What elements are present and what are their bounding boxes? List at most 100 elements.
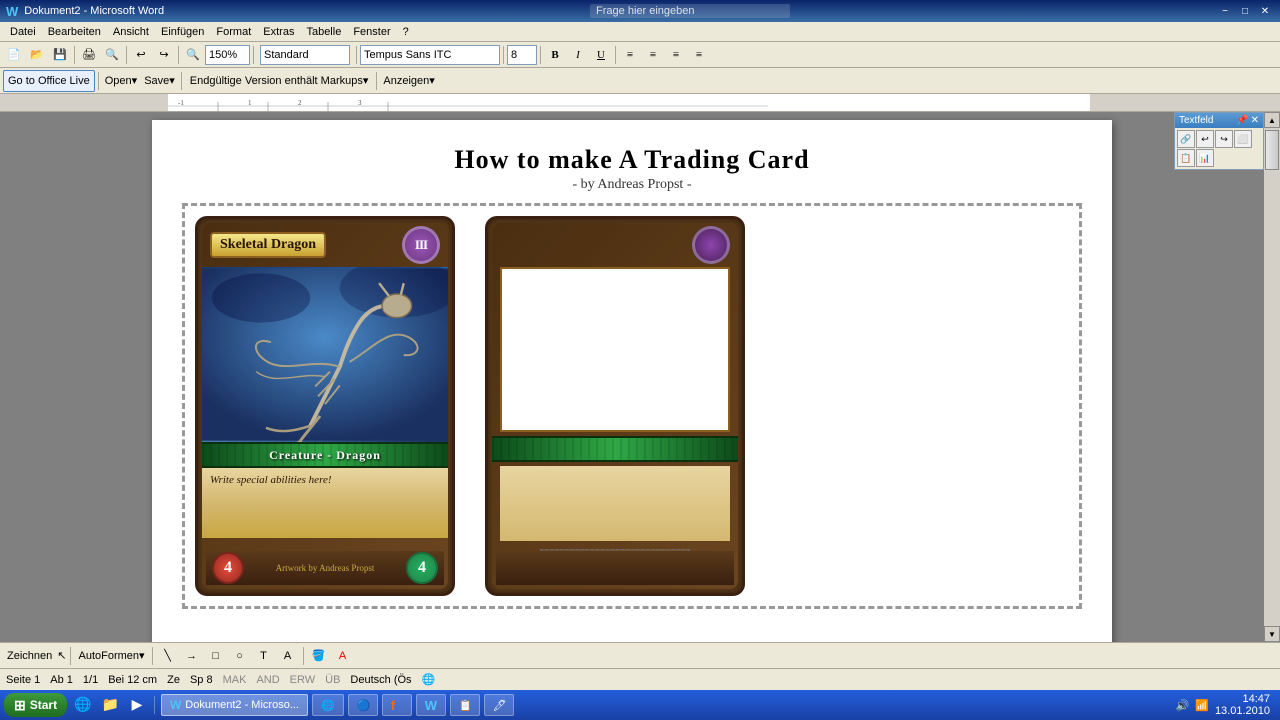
save-tb-button[interactable]: Save▾ — [141, 70, 178, 92]
cards-container: Skeletal Dragon III — [182, 203, 1082, 609]
menu-format[interactable]: Format — [210, 25, 257, 39]
scroll-up-arrow[interactable]: ▲ — [1264, 112, 1280, 128]
oval-tool[interactable]: ○ — [229, 645, 251, 667]
menu-fenster[interactable]: Fenster — [347, 25, 396, 39]
status-page: Seite 1 — [6, 674, 40, 686]
network-icon[interactable]: 📶 — [1195, 699, 1209, 712]
align-center-button[interactable]: ≡ — [642, 44, 664, 66]
tf-icon-3[interactable]: ↪ — [1215, 130, 1233, 148]
app6-icon: 📋 — [459, 699, 473, 712]
menu-ansicht[interactable]: Ansicht — [107, 25, 155, 39]
arrow-tool[interactable]: → — [181, 645, 203, 667]
window-title: Dokument2 - Microsoft Word — [24, 5, 164, 17]
print-preview-button[interactable]: 🔍 — [101, 44, 123, 66]
tf-icon-6[interactable]: 📊 — [1196, 149, 1214, 167]
taskbar-word-app[interactable]: W Dokument2 - Microso... — [161, 694, 308, 716]
taskbar-app6[interactable]: 📋 — [450, 694, 480, 716]
autoformen-label: AutoFormen — [78, 650, 139, 662]
card-right-bottom — [496, 551, 734, 585]
bold-button[interactable]: B — [544, 44, 566, 66]
line-tool[interactable]: ╲ — [157, 645, 179, 667]
align-left-button[interactable]: ≡ — [619, 44, 641, 66]
redo-button[interactable]: ↪ — [153, 44, 175, 66]
style-box[interactable] — [260, 45, 350, 65]
menu-bearbeiten[interactable]: Bearbeiten — [42, 25, 107, 39]
tf-icon-5[interactable]: 📋 — [1177, 149, 1195, 167]
font-box[interactable] — [360, 45, 500, 65]
card-right-header — [492, 223, 738, 267]
word-icon: W — [6, 4, 18, 19]
sep3 — [178, 46, 179, 64]
textfeld-pin-icon[interactable]: 📌 — [1236, 115, 1248, 126]
main-doc-area: Textfeld 📌 ✕ 🔗 ↩ ↪ ⬜ 📋 📊 How to make — [0, 112, 1280, 642]
menu-tabelle[interactable]: Tabelle — [300, 25, 347, 39]
undo-button[interactable]: ↩ — [130, 44, 152, 66]
taskbar: ⊞ Start 🌐 📁 ▶ W Dokument2 - Microso... 🌐… — [0, 690, 1280, 720]
align-justify-button[interactable]: ≡ — [688, 44, 710, 66]
menu-datei[interactable]: Datei — [4, 25, 42, 39]
help-search-text: Frage hier eingeben — [596, 5, 694, 17]
save-button-tb[interactable]: 💾 — [49, 44, 71, 66]
new-button[interactable]: 📄 — [3, 44, 25, 66]
explorer-quicklaunch[interactable]: 📁 — [99, 694, 122, 716]
close-button[interactable]: ✕ — [1256, 4, 1274, 18]
taskbar-app3[interactable]: 🔵 — [348, 694, 378, 716]
minimize-button[interactable]: − — [1216, 4, 1234, 18]
page-container: How to make A Trading Card - by Andreas … — [152, 120, 1112, 642]
taskbar-app5[interactable]: W — [416, 694, 446, 716]
open-tb-button[interactable]: Open▾ — [102, 70, 140, 92]
open-button[interactable]: 📂 — [26, 44, 48, 66]
ie-quicklaunch[interactable]: 🌐 — [71, 694, 94, 716]
toolbar-document: Go to Office Live Open▾ Save▾ Endgültige… — [0, 68, 1280, 94]
scroll-down-arrow[interactable]: ▼ — [1264, 626, 1280, 642]
svg-text:1: 1 — [248, 99, 252, 107]
fill-color-btn[interactable]: 🪣 — [308, 645, 330, 667]
version-dropdown[interactable]: Endgültige Version enthält Markups▾ — [185, 70, 374, 92]
taskbar-right: 🔊 📶 14:4713.01.2010 — [1170, 693, 1276, 717]
status-ze: Ze — [167, 674, 180, 686]
zoom-input[interactable] — [205, 45, 250, 65]
taskbar-app4[interactable]: f — [382, 694, 412, 716]
anzeigen-dropdown[interactable]: Anzeigen▾ — [380, 70, 437, 92]
tf-icon-1[interactable]: 🔗 — [1177, 130, 1195, 148]
doc-scroll-area: How to make A Trading Card - by Andreas … — [0, 112, 1264, 642]
version-label: Endgültige Version enthält Markups — [190, 75, 363, 87]
align-right-button[interactable]: ≡ — [665, 44, 687, 66]
textbox-tool[interactable]: T — [253, 645, 275, 667]
wordart-tool[interactable]: A — [277, 645, 299, 667]
status-lang: Deutsch (Ös — [350, 674, 411, 686]
word-taskbar-label: Dokument2 - Microso... — [185, 699, 299, 711]
italic-button[interactable]: I — [567, 44, 589, 66]
draw-toolbar: Zeichnen ↖ AutoFormen▾ ╲ → □ ○ T A 🪣 A — [0, 642, 1280, 668]
textfeld-close-icon[interactable]: ✕ — [1251, 115, 1259, 126]
save-tb-label: Save — [144, 75, 169, 87]
tf-icon-4[interactable]: ⬜ — [1234, 130, 1252, 148]
menu-help[interactable]: ? — [397, 25, 415, 39]
style-dropdown[interactable] — [257, 44, 353, 66]
office-live-button[interactable]: Go to Office Live — [3, 70, 95, 92]
menu-einfuegen[interactable]: Einfügen — [155, 25, 210, 39]
card-right: Artwork| — [485, 216, 745, 596]
font-color-btn[interactable]: A — [332, 645, 354, 667]
autoformen-button[interactable]: AutoFormen▾ — [75, 645, 147, 667]
media-quicklaunch[interactable]: ▶ — [126, 694, 148, 716]
page-heading: How to make A Trading Card - by Andreas … — [182, 145, 1082, 193]
sep-t2-3 — [376, 72, 377, 90]
volume-icon[interactable]: 🔊 — [1176, 699, 1190, 712]
print-button[interactable]: 🖨 — [78, 44, 100, 66]
vscrollbar[interactable]: ▲ ▼ — [1264, 112, 1280, 642]
textfeld-title: Textfeld — [1179, 115, 1213, 126]
tf-icon-2[interactable]: ↩ — [1196, 130, 1214, 148]
rect-tool[interactable]: □ — [205, 645, 227, 667]
sep4 — [253, 46, 254, 64]
scroll-thumb[interactable] — [1265, 130, 1279, 170]
card-type-text: Creature - Dragon — [269, 448, 381, 463]
start-button[interactable]: ⊞ Start — [4, 693, 67, 717]
underline-button[interactable]: U — [590, 44, 612, 66]
maximize-button[interactable]: □ — [1236, 4, 1254, 18]
menu-extras[interactable]: Extras — [257, 25, 300, 39]
font-size-box[interactable] — [507, 45, 537, 65]
taskbar-ie-app[interactable]: 🌐 — [312, 694, 344, 716]
taskbar-app7[interactable]: 🖊 — [484, 694, 514, 716]
status-bei: Bei 12 cm — [108, 674, 157, 686]
